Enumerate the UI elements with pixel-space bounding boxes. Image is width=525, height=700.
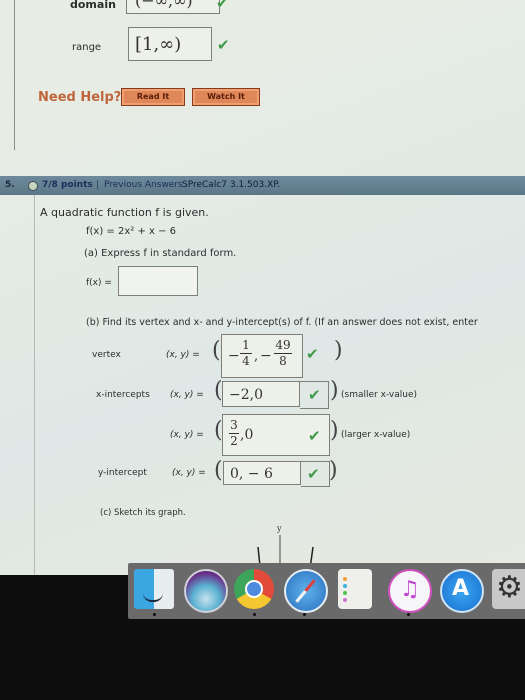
macos-dock: ♫ A ⚙ — [128, 563, 525, 619]
question-header-bar: 5. 7/8 points | Previous Answers SPreCal… — [0, 176, 525, 195]
x-intercept-rest: ,0 — [240, 427, 254, 443]
chrome-icon[interactable] — [234, 569, 274, 609]
function-definition: f(x) = 2x² + x − 6 — [86, 226, 177, 237]
siri-icon[interactable] — [184, 569, 228, 613]
vertex-y-fraction: 49 8 — [274, 338, 292, 368]
domain-input[interactable]: (−∞,∞) — [126, 0, 220, 14]
minus-sign: − — [260, 348, 272, 364]
running-indicator — [407, 613, 410, 616]
fx-label: f(x) = — [86, 278, 112, 288]
need-help-label: Need Help? — [38, 90, 122, 105]
finder-icon[interactable] — [134, 569, 174, 609]
smaller-x-note: (smaller x-value) — [341, 390, 418, 400]
domain-label: domain — [70, 0, 116, 11]
read-it-button[interactable]: Read It — [121, 88, 185, 106]
close-paren: ) — [330, 378, 339, 403]
part-a-prompt: (a) Express f in standard form. — [84, 248, 237, 259]
safari-icon[interactable] — [284, 569, 328, 613]
vertex-label: vertex — [92, 350, 121, 360]
x-intercept-fraction: 32 — [229, 418, 239, 448]
app-store-icon[interactable]: A — [440, 569, 484, 613]
larger-x-note: (larger x-value) — [341, 430, 411, 440]
system-preferences-icon[interactable]: ⚙ — [492, 569, 525, 609]
check-icon: ✔ — [217, 36, 230, 54]
xy-label: (x, y) = — [170, 390, 204, 400]
range-label: range — [72, 42, 102, 53]
points-text: 7/8 points — [42, 180, 93, 190]
x-intercepts-label: x-intercepts — [96, 390, 150, 400]
previous-answers-link[interactable]: Previous Answers — [104, 176, 183, 195]
webassign-page: domain (−∞,∞) ✔ range [1,∞) ✔ Need Help?… — [0, 0, 525, 575]
reminders-icon[interactable] — [338, 569, 372, 609]
check-icon: ✔ — [308, 386, 321, 404]
y-axis-label: y — [276, 524, 282, 533]
part-c-prompt: (c) Sketch its graph. — [100, 508, 186, 518]
divider — [34, 195, 35, 575]
question-intro: A quadratic function f is given. — [40, 206, 209, 219]
separator: | — [96, 180, 100, 190]
y-intercept-label: y-intercept — [98, 468, 147, 478]
y-intercept-input[interactable]: 0, − 6 — [223, 461, 301, 485]
close-paren: ) — [334, 338, 343, 363]
standard-form-input[interactable] — [118, 266, 198, 296]
running-indicator — [303, 613, 306, 616]
divider — [14, 0, 15, 150]
check-icon: ✔ — [216, 0, 229, 12]
open-paren: ( — [212, 338, 221, 363]
part-b-prompt: (b) Find its vertex and x- and y-interce… — [86, 317, 478, 328]
watch-it-button[interactable]: Watch It — [192, 88, 260, 106]
itunes-icon[interactable]: ♫ — [388, 569, 432, 613]
xy-label: (x, y) = — [166, 350, 200, 360]
vertex-input[interactable]: − 14 , − 49 8 — [221, 334, 303, 378]
close-paren: ) — [329, 458, 338, 483]
xy-label: (x, y) = — [170, 430, 204, 440]
range-input[interactable]: [1,∞) — [128, 27, 212, 61]
running-indicator — [153, 613, 156, 616]
vertex-x-fraction: 14 — [240, 339, 252, 368]
close-paren: ) — [330, 418, 339, 443]
x-intercept-smaller-input[interactable]: −2,0 — [222, 381, 300, 407]
comma: , — [254, 349, 259, 364]
question-number: 5. — [5, 180, 15, 190]
open-paren: ( — [214, 458, 223, 483]
running-indicator — [253, 613, 256, 616]
question-code: SPreCalc7 3.1.503.XP. — [182, 180, 281, 190]
minus-sign: − — [228, 348, 240, 364]
check-icon: ✔ — [307, 465, 320, 483]
check-icon: ✔ — [306, 345, 319, 363]
check-icon: ✔ — [308, 427, 321, 445]
xy-label: (x, y) = — [172, 468, 206, 478]
points-icon — [28, 181, 38, 191]
